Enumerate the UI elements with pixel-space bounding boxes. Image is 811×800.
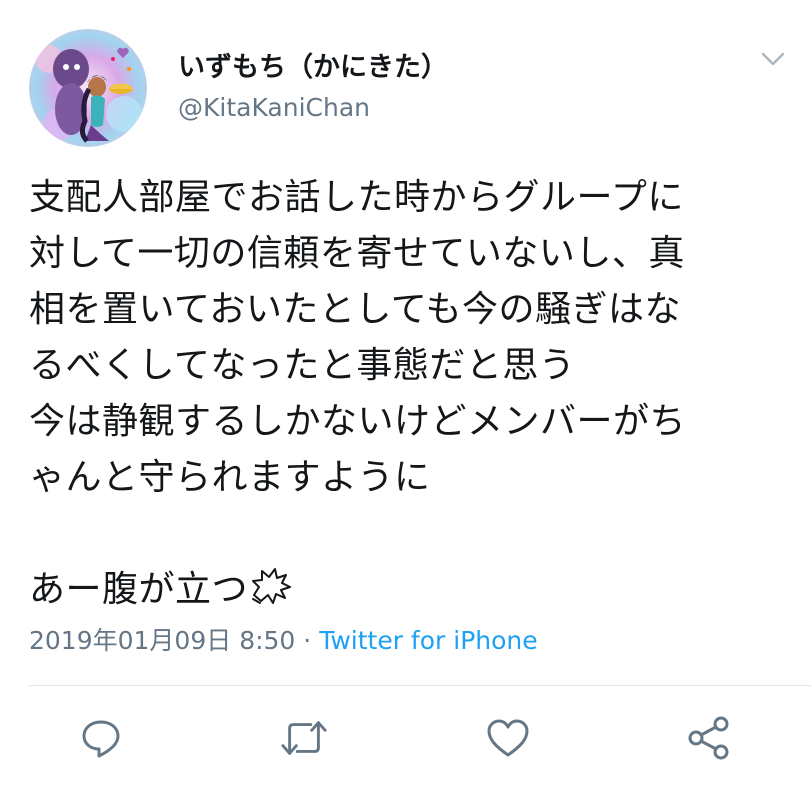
divider — [29, 685, 811, 686]
display-name[interactable]: いずもち（かにきた） — [178, 50, 448, 86]
share-button[interactable] — [685, 713, 733, 763]
tweet-text-line: ゃんと守られますように — [29, 457, 431, 498]
tweet-text-line: 相を置いておいたとしても今の騒ぎはな — [29, 289, 681, 330]
share-icon — [688, 716, 729, 760]
anger-symbol-icon — [252, 568, 292, 604]
tweet-text-line: 支配人部屋でお話した時からグループに — [29, 177, 684, 218]
reply-button[interactable] — [77, 713, 125, 763]
meta-separator: · — [295, 626, 320, 655]
avatar-illustration — [29, 29, 147, 147]
tweet-header: いずもち（かにきた） @KitaKaniChan — [0, 0, 811, 150]
avatar[interactable] — [29, 29, 147, 147]
tweet-text: 支配人部屋でお話した時からグループに 対して一切の信頼を寄せていないし、真 相を… — [29, 170, 789, 618]
source-link[interactable]: Twitter for iPhone — [319, 626, 537, 655]
like-button[interactable] — [484, 713, 532, 763]
tweet-text-line: 対して一切の信頼を寄せていないし、真 — [29, 233, 685, 274]
action-bar — [0, 713, 811, 769]
tweet-text-line: るべくしてなったと事態だと思う — [29, 345, 576, 386]
tweet-meta: 2019年01月09日 8:50 · Twitter for iPhone — [29, 624, 538, 658]
timestamp[interactable]: 2019年01月09日 8:50 — [29, 626, 295, 655]
tweet-text-line: あー腹が立つ — [29, 569, 249, 610]
chevron-down-icon[interactable] — [760, 49, 786, 69]
retweet-icon — [281, 721, 327, 755]
reply-icon — [82, 720, 120, 758]
tweet-text-last-line: あー腹が立つ — [29, 562, 789, 618]
user-handle[interactable]: @KitaKaniChan — [178, 92, 370, 124]
retweet-button[interactable] — [280, 713, 328, 763]
heart-icon — [487, 719, 529, 757]
tweet-text-line: 今は静観するしかないけどメンバーがち — [29, 401, 687, 442]
